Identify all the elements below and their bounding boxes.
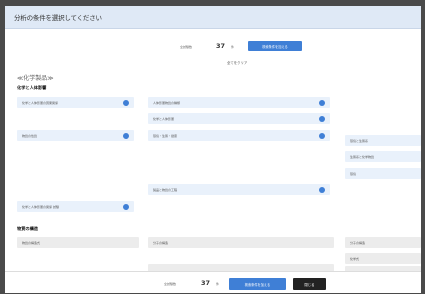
dialog-title: 分析の条件を選択してください (14, 14, 102, 22)
footer-count-value: 37 (201, 279, 211, 287)
option-label: 化学と人体影響 (153, 116, 175, 121)
footer-search-button[interactable]: 検索条件を加える (229, 278, 286, 290)
option-item[interactable]: 環境・生態・健康 (148, 130, 330, 141)
option-item[interactable]: 生態系と化学物質 (345, 151, 421, 162)
footer-count-unit: 件 (216, 282, 220, 286)
option-label: 環境・生態・健康 (153, 133, 178, 138)
option-label: 環境 (350, 171, 357, 176)
info-icon[interactable] (319, 115, 325, 122)
dialog-header: 分析の条件を選択してください (5, 6, 421, 29)
info-icon[interactable] (123, 99, 129, 106)
count-label: 全試験数 (180, 45, 193, 49)
dialog-footer: 全試験数 37 件 検索条件を加える 閉じる (5, 271, 421, 293)
section-title: ≪化学製品≫ (17, 75, 54, 82)
option-item[interactable]: 化学と人体影響 (148, 113, 330, 124)
info-icon[interactable] (319, 132, 325, 139)
clear-all-link[interactable]: 全てをクリア (227, 60, 247, 65)
info-icon[interactable] (123, 132, 129, 139)
group-title: 化学と人体影響 (17, 85, 47, 90)
option-label: 化学と人体影響の因果関係 (22, 100, 59, 105)
option-label: 物質の構造式 (22, 240, 41, 245)
option-item[interactable]: 分子の構造 (148, 237, 334, 248)
option-item[interactable]: 製品と物質の工程 (148, 184, 330, 195)
group-title: 物質の構造 (17, 226, 38, 231)
count-value: 37 (216, 42, 226, 50)
info-icon[interactable] (319, 186, 325, 193)
dialog: 分析の条件を選択してください 全試験数 37 件 検索条件を加える 全てをクリア… (5, 6, 421, 293)
option-label: 製品と物質の工程 (153, 187, 178, 192)
info-icon[interactable] (123, 203, 129, 210)
option-item[interactable]: 化学と人体影響の因果関係 (17, 97, 134, 108)
option-label: 分子の構造 (350, 240, 366, 245)
option-item[interactable]: 人体影響物質の種類 (148, 97, 330, 108)
option-item[interactable]: 環境と生態系 (345, 135, 421, 146)
option-label: 環境と生態系 (350, 138, 369, 143)
option-label: 分子の構造 (153, 240, 169, 245)
option-item[interactable]: 物質の構造式 (17, 237, 139, 248)
option-label: 人体影響物質の種類 (153, 100, 181, 105)
count-unit: 件 (231, 45, 235, 49)
close-button[interactable]: 閉じる (293, 278, 326, 290)
option-item[interactable]: 環境 (345, 168, 421, 179)
footer-count-label: 全試験数 (164, 282, 177, 286)
option-label: 生態系と化学物質 (350, 154, 375, 159)
option-item[interactable]: 化学と人体影響の関係 試験 (17, 201, 134, 212)
option-label: 化学式 (350, 256, 360, 261)
option-item[interactable]: 物質の性質 (17, 130, 134, 141)
search-button[interactable]: 検索条件を加える (248, 41, 302, 51)
option-item[interactable]: 分子の構造 (345, 237, 421, 248)
option-item[interactable]: 化学式 (345, 253, 421, 264)
option-label: 化学と人体影響の関係 試験 (22, 204, 59, 209)
option-label: 物質の性質 (22, 133, 38, 138)
info-icon[interactable] (319, 99, 325, 106)
